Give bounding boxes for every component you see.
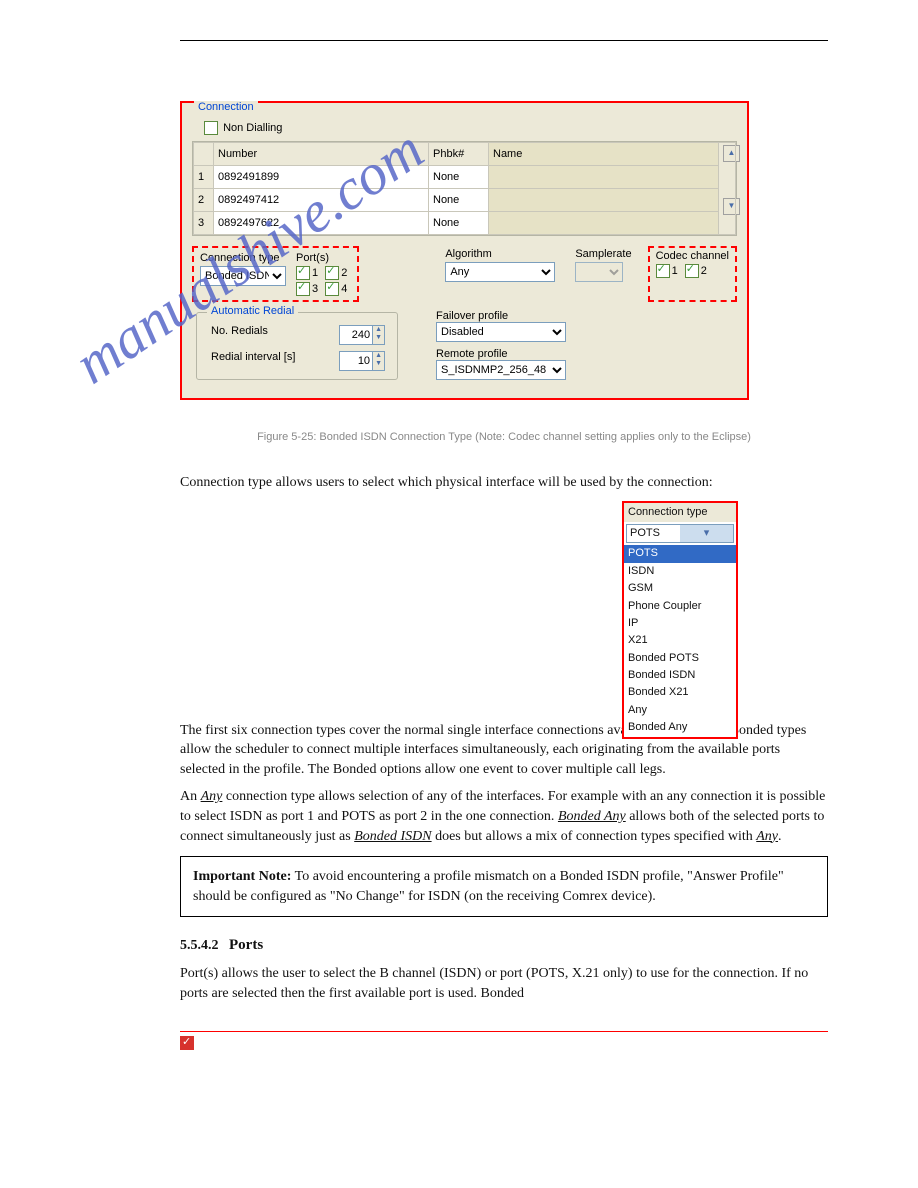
table-row: 2 0892497412 None — [194, 189, 736, 212]
port-4-checkbox[interactable] — [325, 282, 339, 296]
non-dialling-checkbox[interactable] — [204, 121, 218, 135]
non-dialling-label: Non Dialling — [223, 122, 282, 134]
redial-interval-label: Redial interval [s] — [211, 351, 295, 371]
ports-label: Port(s) — [296, 252, 351, 264]
option-bonded-x21[interactable]: Bonded X21 — [624, 684, 736, 701]
failover-select[interactable]: Disabled — [436, 322, 566, 342]
option-gsm[interactable]: GSM — [624, 580, 736, 597]
remote-select[interactable]: S_ISDNMP2_256_48 — [436, 360, 566, 380]
name-cell[interactable] — [489, 166, 719, 189]
section-body: Port(s) allows the user to select the B … — [180, 964, 828, 1003]
codec-1-checkbox[interactable] — [656, 264, 670, 278]
option-bonded-isdn[interactable]: Bonded ISDN — [624, 667, 736, 684]
port-3-checkbox[interactable] — [296, 282, 310, 296]
algorithm-select[interactable]: Any — [445, 262, 555, 282]
col-name: Name — [489, 143, 719, 166]
paragraph-2: An Any connection type allows selection … — [180, 787, 828, 846]
spinner-icon[interactable]: ▲▼ — [373, 325, 385, 345]
spinner-icon[interactable]: ▲▼ — [373, 351, 385, 371]
phbk-cell[interactable]: None — [429, 166, 489, 189]
brand-icon — [180, 1036, 194, 1050]
col-phbk: Phbk# — [429, 143, 489, 166]
number-cell[interactable]: 0892491899 — [214, 166, 429, 189]
number-cell[interactable]: 0892497622 — [214, 212, 429, 235]
intro-paragraph: Connection type allows users to select w… — [180, 473, 828, 493]
connection-type-select[interactable]: Bonded ISDN — [200, 266, 286, 286]
samplerate-select — [575, 262, 623, 282]
number-cell[interactable]: 0892497412 — [214, 189, 429, 212]
page-footer — [180, 1031, 828, 1050]
option-pots[interactable]: POTS — [624, 545, 736, 562]
codec-2-checkbox[interactable] — [685, 264, 699, 278]
redial-interval-input[interactable] — [339, 351, 373, 371]
dropdown-selected[interactable]: POTS ▾ — [626, 524, 734, 543]
option-isdn[interactable]: ISDN — [624, 563, 736, 580]
numbers-table: Number Phbk# Name ▲ ▼ 1 0892491899 None — [192, 141, 737, 236]
option-bonded-any[interactable]: Bonded Any — [624, 719, 736, 736]
remote-label: Remote profile — [436, 348, 566, 360]
scroll-down-icon[interactable]: ▼ — [723, 198, 740, 215]
option-ip[interactable]: IP — [624, 615, 736, 632]
section-heading: Ports — [229, 937, 263, 953]
port-2-checkbox[interactable] — [325, 266, 339, 280]
connection-type-label: Connection type — [200, 252, 286, 264]
option-bonded-pots[interactable]: Bonded POTS — [624, 650, 736, 667]
no-redials-input[interactable] — [339, 325, 373, 345]
auto-redial-group: Automatic Redial No. Redials ▲▼ Redial i… — [196, 312, 398, 380]
connection-type-dropdown-figure: Connection type POTS ▾ POTS ISDN GSM Pho… — [622, 501, 738, 739]
scrollbar[interactable]: ▲ ▼ — [719, 143, 736, 235]
name-cell[interactable] — [489, 189, 719, 212]
option-phone-coupler[interactable]: Phone Coupler — [624, 598, 736, 615]
connection-panel: Connection Non Dialling Number Phbk# Nam… — [180, 101, 749, 400]
algorithm-label: Algorithm — [445, 248, 555, 260]
table-row: 1 0892491899 None — [194, 166, 736, 189]
figure-caption: Figure 5-25: Bonded ISDN Connection Type… — [180, 430, 828, 445]
important-note-box: Important Note: To avoid encountering a … — [180, 856, 828, 917]
codec-channel-label: Codec channel — [656, 250, 729, 262]
phbk-cell[interactable]: None — [429, 189, 489, 212]
codec-channel-box: Codec channel 1 2 — [648, 246, 737, 302]
port-1-checkbox[interactable] — [296, 266, 310, 280]
col-number: Number — [214, 143, 429, 166]
table-row: 3 0892497622 None — [194, 212, 736, 235]
option-x21[interactable]: X21 — [624, 632, 736, 649]
connection-type-ports-box: Connection type Bonded ISDN Port(s) 1 2 — [192, 246, 359, 302]
section-number: 5.5.4.2 — [180, 938, 219, 953]
scroll-up-icon[interactable]: ▲ — [723, 145, 740, 162]
chevron-down-icon[interactable]: ▾ — [680, 525, 733, 542]
failover-label: Failover profile — [436, 310, 566, 322]
samplerate-label: Samplerate — [575, 248, 631, 260]
name-cell[interactable] — [489, 212, 719, 235]
phbk-cell[interactable]: None — [429, 212, 489, 235]
no-redials-label: No. Redials — [211, 325, 268, 345]
option-any[interactable]: Any — [624, 702, 736, 719]
